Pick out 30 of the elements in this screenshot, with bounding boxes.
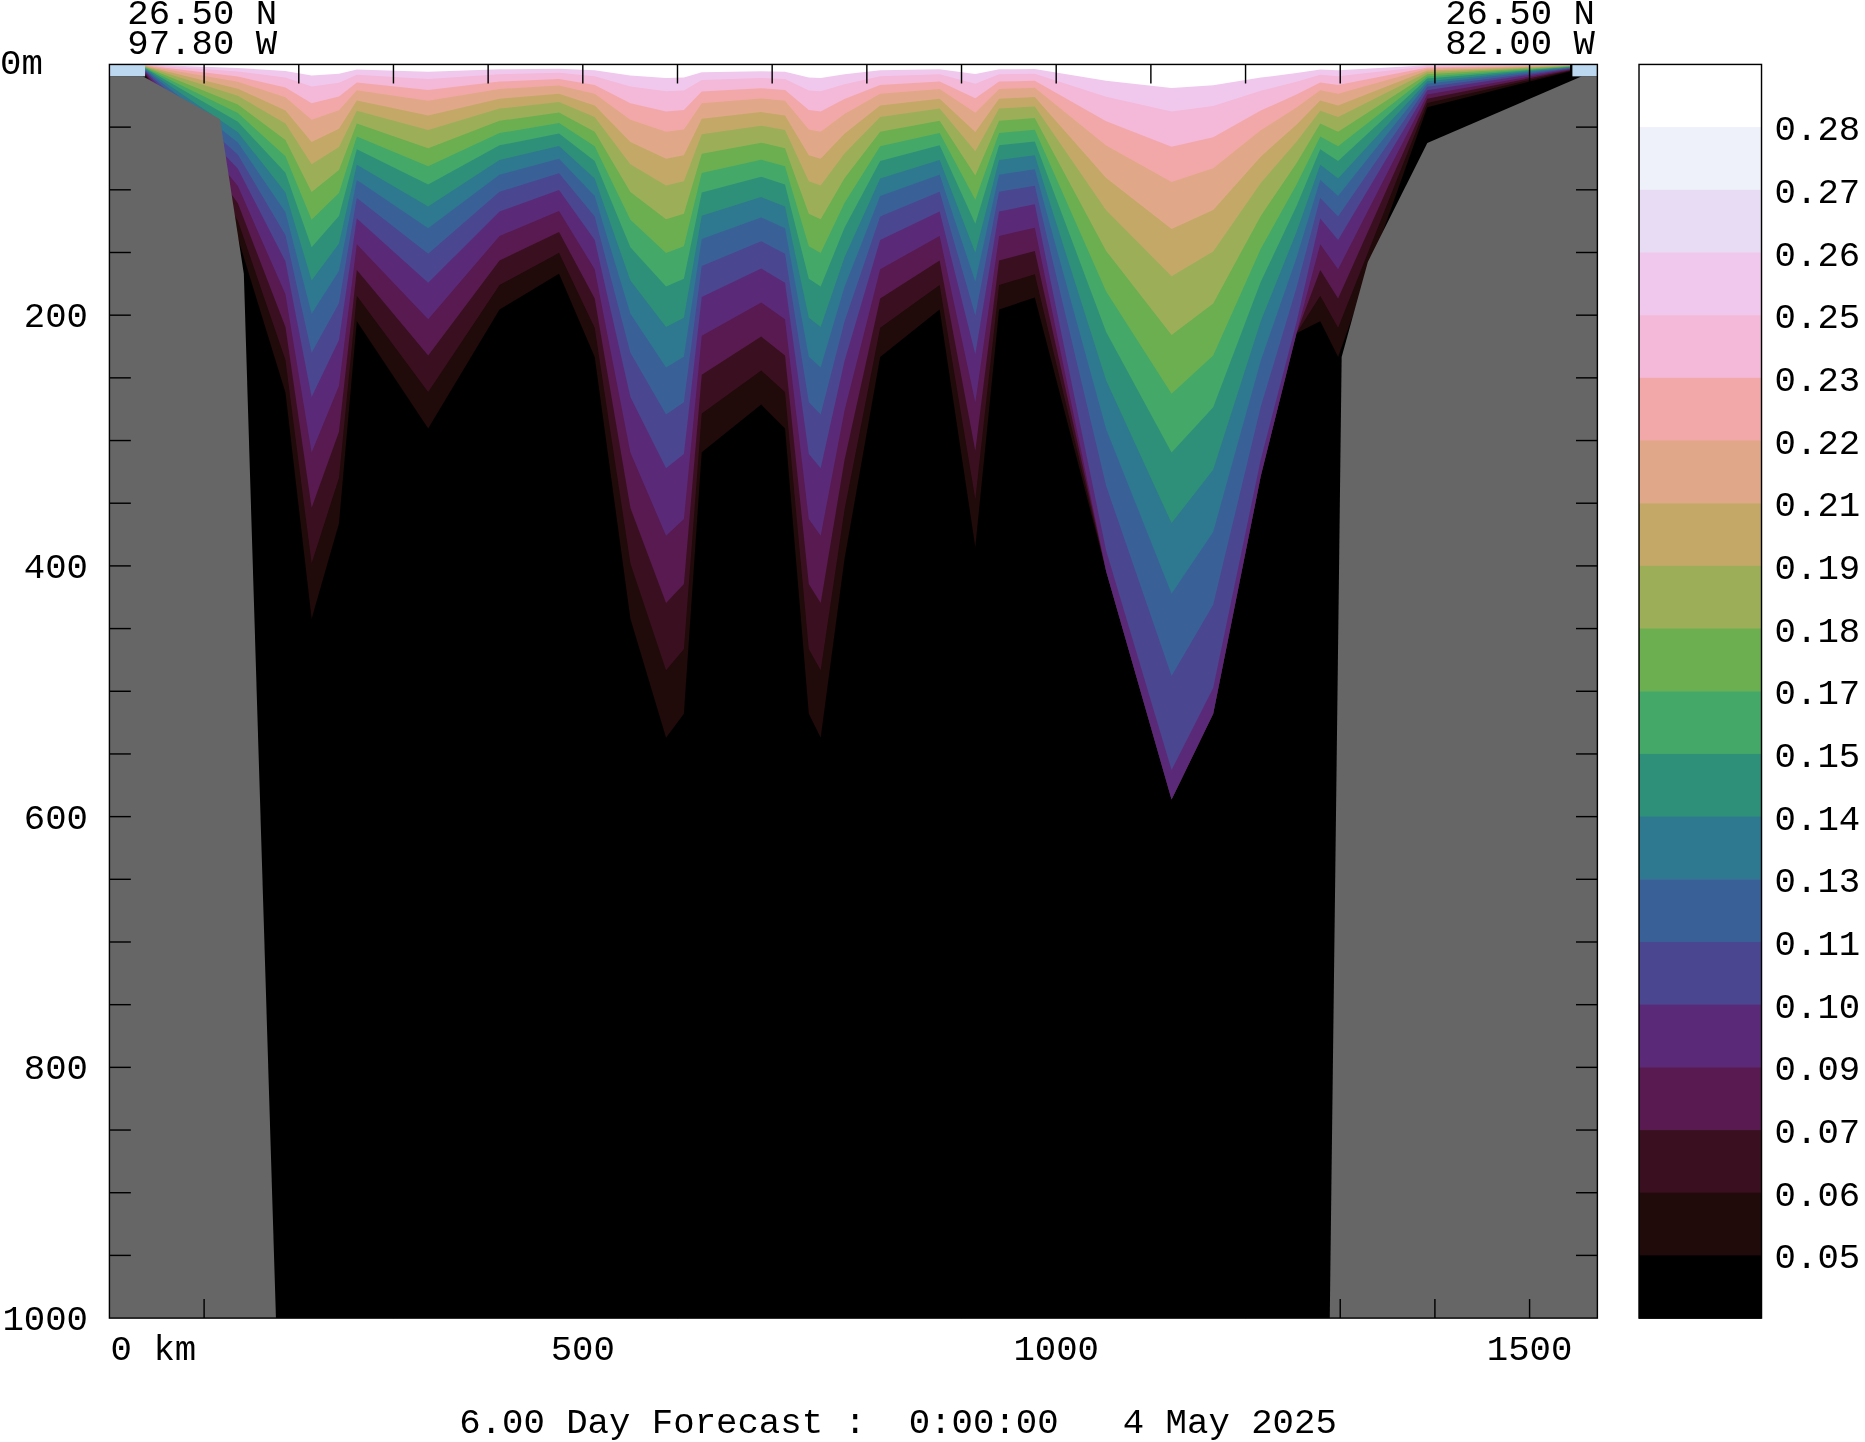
colorbar-label: 0.27	[1774, 172, 1861, 214]
colorbar-label: 0.05	[1774, 1238, 1861, 1280]
colorbar-label: 0.26	[1774, 235, 1861, 277]
colorbar-label: 0.15	[1774, 737, 1861, 779]
colorbar-label: 0.17	[1774, 674, 1861, 716]
axis-label: 500	[550, 1329, 615, 1371]
colorbar-label: 0.22	[1774, 423, 1861, 465]
axis-label: 0m	[0, 43, 43, 85]
colorbar-label: 0.21	[1774, 486, 1861, 528]
colorbar-label: 0.25	[1774, 298, 1861, 340]
colorbar-label: 0.13	[1774, 862, 1861, 904]
colorbar-label: 0.06	[1774, 1175, 1861, 1217]
axis-label: 600	[23, 798, 88, 840]
axis-label: 1000	[1013, 1329, 1099, 1371]
caption: 6.00 Day Forecast : 0:00:00 4 May 2025	[459, 1403, 1337, 1442]
axis-label: 400	[23, 547, 88, 589]
axis-label: 200	[23, 297, 88, 339]
axis-label: 800	[23, 1049, 88, 1091]
colorbar-label: 0.07	[1774, 1113, 1861, 1155]
colorbar-label: 0.23	[1774, 360, 1861, 402]
colorbar-label: 0.09	[1774, 1050, 1861, 1092]
colorbar-label: 0.10	[1774, 987, 1861, 1029]
colorbar-label: 0.11	[1774, 925, 1861, 967]
colorbar-label: 0.18	[1774, 611, 1861, 653]
colorbar-label: 0.19	[1774, 549, 1861, 590]
axis-label: 0 km	[110, 1329, 197, 1371]
axis-label: 1500	[1486, 1329, 1573, 1371]
axis-label: 1000	[2, 1300, 88, 1341]
colorbar-label: 0.28	[1774, 110, 1861, 152]
colorbar-label: 0.14	[1774, 799, 1861, 841]
